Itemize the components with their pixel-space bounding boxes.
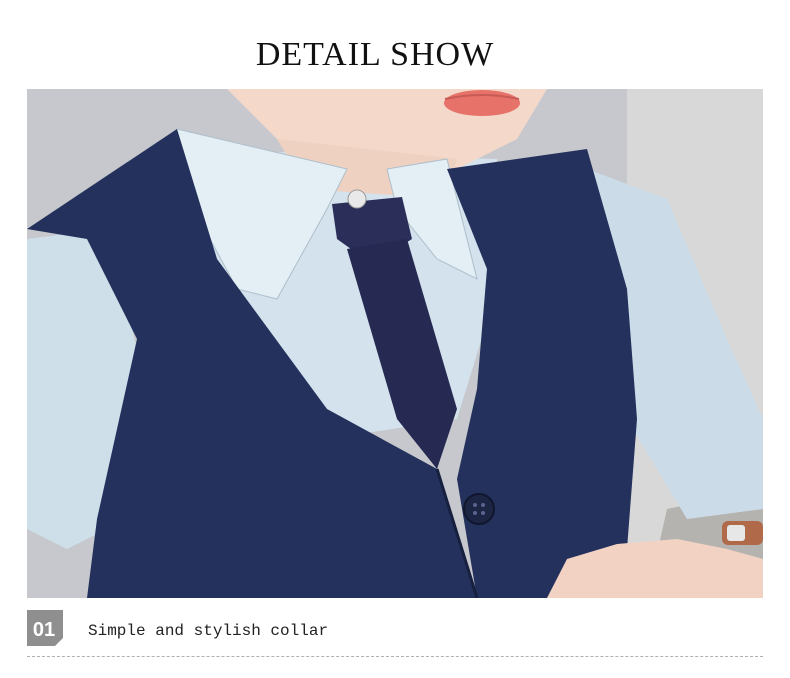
badge-number: 01	[33, 619, 55, 641]
detail-caption-row: 01 Simple and stylish collar	[27, 610, 763, 650]
product-photo	[27, 89, 763, 598]
number-badge: 01	[27, 610, 63, 646]
detail-caption: Simple and stylish collar	[88, 622, 329, 640]
divider	[27, 656, 763, 657]
page-title: DETAIL SHOW	[255, 36, 495, 73]
